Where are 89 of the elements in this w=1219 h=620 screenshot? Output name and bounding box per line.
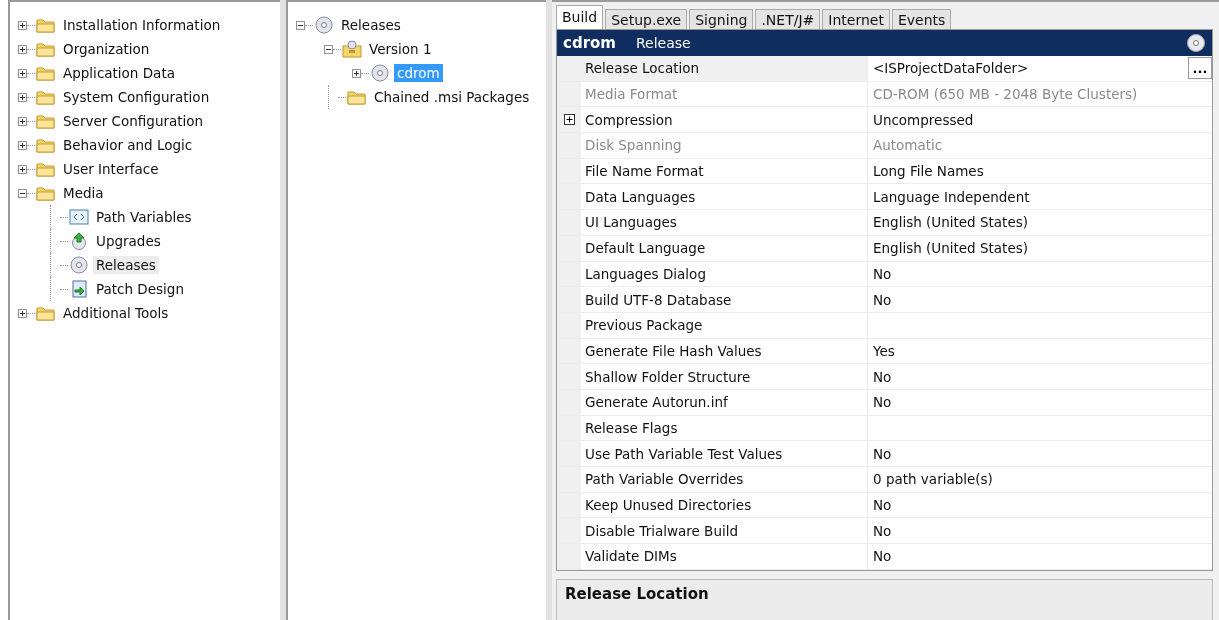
browse-button[interactable]: ... [1188, 57, 1212, 80]
description-title: Release Location [565, 584, 709, 603]
package-icon [341, 40, 363, 58]
tab[interactable]: Events [891, 9, 952, 30]
tree-item[interactable]: Application Data [60, 64, 178, 82]
property-name[interactable]: Generate Autorun.inf [581, 389, 868, 415]
property-name[interactable]: Shallow Folder Structure [581, 364, 868, 389]
folder-icon [346, 88, 368, 106]
property-value[interactable]: <ISProjectDataFolder> [873, 60, 1029, 77]
property-name[interactable]: Disable Trialware Build [581, 518, 868, 544]
expander-icon[interactable] [352, 68, 361, 78]
property-name[interactable]: Validate DIMs [581, 544, 868, 569]
tab[interactable]: .NET/J# [755, 9, 821, 30]
expander-icon[interactable] [18, 164, 27, 174]
expander-icon[interactable] [18, 140, 27, 150]
item-type: Release [635, 35, 691, 51]
tree-item[interactable]: Releases [338, 16, 404, 34]
property-name[interactable]: Default Language [581, 235, 868, 261]
property-value[interactable]: No [873, 548, 892, 565]
expander-icon[interactable] [18, 116, 27, 126]
property-name[interactable]: Keep Unused Directories [581, 492, 868, 518]
property-value[interactable]: No [873, 497, 892, 514]
property-value[interactable]: Yes [873, 342, 895, 359]
tree-item[interactable]: Server Configuration [60, 112, 207, 130]
property-name[interactable]: Languages Dialog [581, 261, 868, 287]
property-value[interactable]: English (United States) [873, 214, 1028, 231]
expander-icon[interactable] [18, 68, 27, 78]
item-name: cdrom [563, 34, 616, 52]
property-value[interactable]: No [873, 368, 892, 385]
property-name[interactable]: Use Path Variable Test Values [581, 441, 868, 466]
disc-icon [369, 64, 391, 82]
expander-icon[interactable] [18, 308, 27, 318]
property-value[interactable]: No [873, 394, 892, 411]
tree-item[interactable]: Patch Design [93, 280, 187, 298]
tree-item[interactable]: System Configuration [60, 88, 213, 106]
disc-icon [68, 256, 90, 274]
tree-item[interactable]: Chained .msi Packages [371, 88, 533, 106]
property-value[interactable]: No [873, 522, 892, 539]
expand-icon[interactable] [563, 114, 575, 126]
expander-icon[interactable] [18, 188, 27, 198]
folder-icon [35, 112, 57, 130]
expander-icon[interactable] [18, 44, 27, 54]
property-name[interactable]: Build UTF-8 Database [581, 287, 868, 312]
folder-icon [35, 160, 57, 178]
code-window-icon [68, 208, 90, 226]
property-name[interactable]: UI Languages [581, 210, 868, 235]
tab[interactable]: Signing [689, 9, 754, 30]
folder-icon [35, 88, 57, 106]
tree-item[interactable]: Releases [93, 256, 159, 274]
disc-icon [1186, 33, 1206, 53]
property-value[interactable]: Uncompressed [873, 111, 974, 128]
tree-item[interactable]: Upgrades [93, 232, 164, 250]
tree-item[interactable]: User Interface [60, 160, 162, 178]
folder-icon [35, 64, 57, 82]
property-value[interactable]: No [873, 291, 892, 308]
tree-item[interactable]: Organization [60, 40, 153, 58]
tree-item[interactable]: Media [60, 184, 107, 202]
expander-icon[interactable] [18, 20, 27, 30]
property-name[interactable]: File Name Format [581, 158, 868, 184]
property-name[interactable]: Path Variable Overrides [581, 467, 868, 492]
property-name[interactable]: Compression [581, 107, 868, 133]
property-value[interactable]: No [873, 445, 892, 462]
folder-icon [35, 16, 57, 34]
expander-icon[interactable] [18, 92, 27, 102]
folder-icon [35, 40, 57, 58]
tree-item[interactable]: Path Variables [93, 208, 195, 226]
folder-icon [35, 136, 57, 154]
property-name[interactable]: Data Languages [581, 184, 868, 210]
tree-item[interactable]: Installation Information [60, 16, 224, 34]
expander-icon[interactable] [324, 44, 333, 54]
folder-icon [35, 184, 57, 202]
property-value[interactable]: No [873, 265, 892, 282]
expander-icon[interactable] [296, 20, 305, 30]
tree-item[interactable]: Version 1 [366, 40, 435, 58]
property-value[interactable]: 0 path variable(s) [873, 471, 993, 488]
property-value[interactable]: Language Independent [873, 188, 1030, 205]
tab[interactable]: Setup.exe [605, 9, 688, 30]
property-name[interactable]: Generate File Hash Values [581, 338, 868, 364]
property-name[interactable]: Previous Package [581, 312, 868, 338]
property-value[interactable]: English (United States) [873, 240, 1028, 257]
disc-icon [313, 16, 335, 34]
folder-icon [35, 304, 57, 322]
property-name[interactable]: Release Flags [581, 415, 868, 441]
tree-item[interactable]: Additional Tools [60, 304, 172, 322]
tree-item[interactable]: Behavior and Logic [60, 136, 196, 154]
property-name[interactable]: Release Location [581, 56, 868, 81]
property-value[interactable]: Long File Names [873, 163, 984, 180]
tab[interactable]: Internet [822, 9, 890, 30]
tab[interactable]: Build [556, 5, 604, 30]
